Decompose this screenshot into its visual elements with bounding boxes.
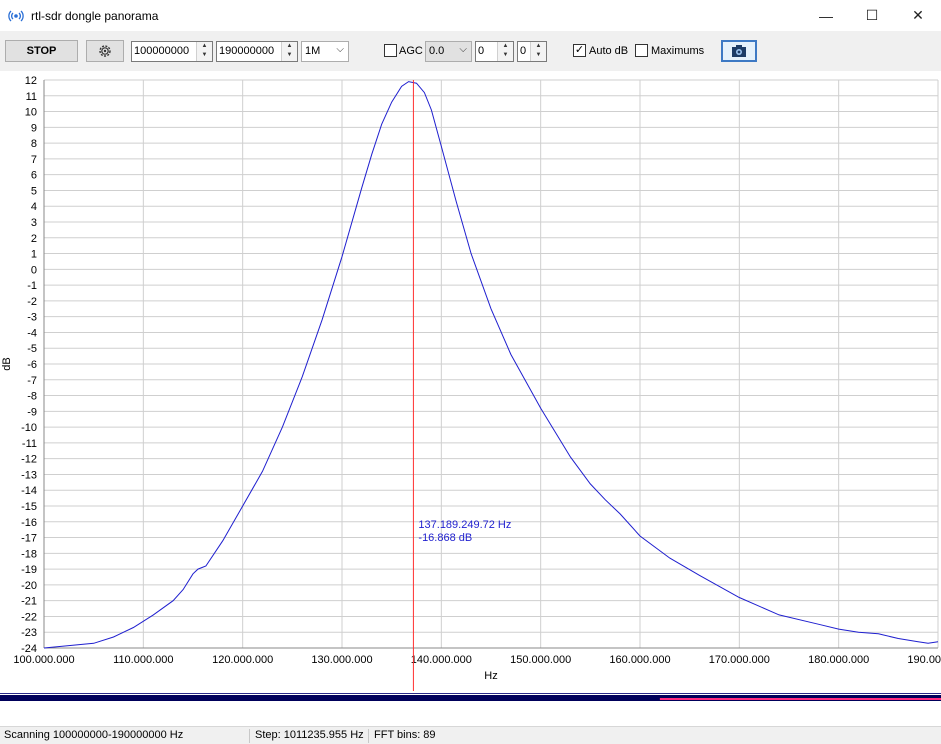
y-tick-label: -5 [27,343,37,355]
agc-label: AGC [399,45,423,57]
cursor-frequency-label: 137.189.249.72 Hz [418,519,511,531]
step-status: Step: 1011235.955 Hz [255,729,364,741]
chevron-down-icon: ⌵ [459,44,467,55]
y-tick-label: 3 [31,217,37,229]
y-tick-label: -11 [22,438,37,450]
waterfall-top-row [0,693,941,694]
correction-spinner-1-stepper[interactable]: ▲ ▼ [497,42,513,61]
start-frequency-input[interactable]: 100000000 ▲ ▼ [131,41,213,62]
auto-db-checkbox[interactable]: ✓ [573,44,586,57]
y-tick-label: -17 [21,533,37,545]
y-tick-label: 2 [31,233,37,245]
spectrum-trace [43,81,939,649]
minimize-button[interactable]: — [803,0,849,31]
y-tick-label: -10 [21,422,37,434]
y-tick-label: 9 [31,122,37,134]
x-tick-label: 170.000.000 [709,654,770,666]
spectrum-chart[interactable]: 12 11 10 9 8 7 6 5 4 3 2 1 0 -1 -2 -3 -4 -5 -6 -7 -8 -9 -10 -11… [0,71,941,692]
stop-frequency-value: 190000000 [219,45,275,57]
y-tick-label: -1 [27,280,37,292]
y-tick-label: -20 [21,580,37,592]
y-tick-label: 10 [25,107,37,119]
y-axis-label: dB [1,357,13,370]
y-tick-label: -4 [27,327,37,339]
correction-spinner-2-stepper[interactable]: ▲ ▼ [530,42,546,61]
maximums-label: Maximums [651,45,705,57]
chevron-down-icon: ⌵ [336,44,344,55]
close-button[interactable]: ✕ [895,0,941,31]
y-tick-label: -21 [21,596,37,608]
step-select-value: 1M [305,45,321,57]
stop-frequency-input[interactable]: 190000000 ▲ ▼ [216,41,298,62]
x-tick-label: 110.000.000 [113,654,173,666]
x-tick-label: 160.000.000 [609,654,670,666]
x-tick-label: 140.000.000 [411,654,472,666]
y-tick-label: -12 [21,454,37,466]
camera-icon [732,45,746,57]
window-title: rtl-sdr dongle panorama [31,9,159,23]
waterfall-plot [0,693,941,701]
start-frequency-stepper[interactable]: ▲ ▼ [196,42,212,61]
auto-db-label: Auto dB [589,45,629,57]
y-tick-label: 8 [31,138,37,150]
spectrum-plot[interactable]: 1211109876543210-1-2-3-4-5-6-7-8-9-10-11… [0,71,941,692]
maximums-checkbox[interactable] [635,44,648,57]
y-tick-label: -14 [21,485,37,497]
waterfall-peak-row [659,698,941,700]
y-tick-label: 1 [31,249,37,261]
agc-checkbox[interactable] [384,44,397,57]
y-tick-label: -18 [21,548,37,560]
y-tick-label: -23 [21,627,37,639]
correction-spinner-2-value: 0 [520,45,527,57]
gain-select[interactable]: 0.0 ⌵ [425,41,472,62]
snapshot-button[interactable] [721,40,757,62]
correction-spinner-2[interactable]: 0 ▲ ▼ [517,41,547,62]
y-tick-label: -8 [27,391,37,403]
x-tick-label: 190.000.000 [907,654,941,666]
maximize-button[interactable]: ☐ [849,0,895,31]
y-tick-label: 6 [31,170,37,182]
y-tick-label: -2 [27,296,37,308]
y-tick-label: 12 [25,75,37,87]
y-tick-label: -13 [21,469,37,481]
toolbar: STOP 100000000 ▲ ▼ 190000000 ▲ ▼ 1M ⌵ AGC … [0,31,941,71]
x-tick-label: 150.000.000 [510,654,571,666]
waterfall-display [0,692,941,726]
y-tick-label: -15 [21,501,37,513]
stop-button[interactable]: STOP [5,40,78,62]
correction-spinner-1[interactable]: 0 ▲ ▼ [475,41,514,62]
correction-spinner-1-value: 0 [478,45,485,57]
stop-frequency-stepper[interactable]: ▲ ▼ [281,42,297,61]
x-tick-label: 100.000.000 [13,654,74,666]
y-tick-label: -3 [27,312,37,324]
status-separator [249,729,250,743]
fft-bins-status: FFT bins: 89 [374,729,436,741]
y-tick-label: -19 [21,564,37,576]
y-tick-label: 0 [31,264,37,276]
y-tick-label: -9 [27,406,37,418]
gain-select-value: 0.0 [429,45,445,57]
gear-icon [99,45,111,57]
status-bar: Scanning 100000000-190000000 Hz Step: 10… [0,726,941,744]
y-tick-label: -7 [27,375,37,387]
x-tick-label: 120.000.000 [212,654,273,666]
title-bar: rtl-sdr dongle panorama — ☐ ✕ [0,0,941,31]
y-tick-label: 11 [26,91,37,103]
y-tick-label: -6 [27,359,37,371]
status-separator [368,729,369,743]
step-select[interactable]: 1M ⌵ [301,41,349,62]
y-tick-label: -16 [21,517,37,529]
y-tick-label: -22 [21,611,37,623]
scan-range-status: Scanning 100000000-190000000 Hz [4,729,184,741]
settings-button[interactable] [86,40,124,62]
radio-signal-icon [8,10,24,22]
y-tick-label: 5 [31,185,37,197]
y-tick-label: 7 [31,154,37,166]
cursor-db-label: -16.868 dB [418,532,472,544]
y-tick-label: 4 [31,201,37,213]
x-tick-label: 180.000.000 [808,654,869,666]
start-frequency-value: 100000000 [134,45,190,57]
x-axis-label: Hz [484,670,497,682]
x-tick-label: 130.000.000 [311,654,372,666]
